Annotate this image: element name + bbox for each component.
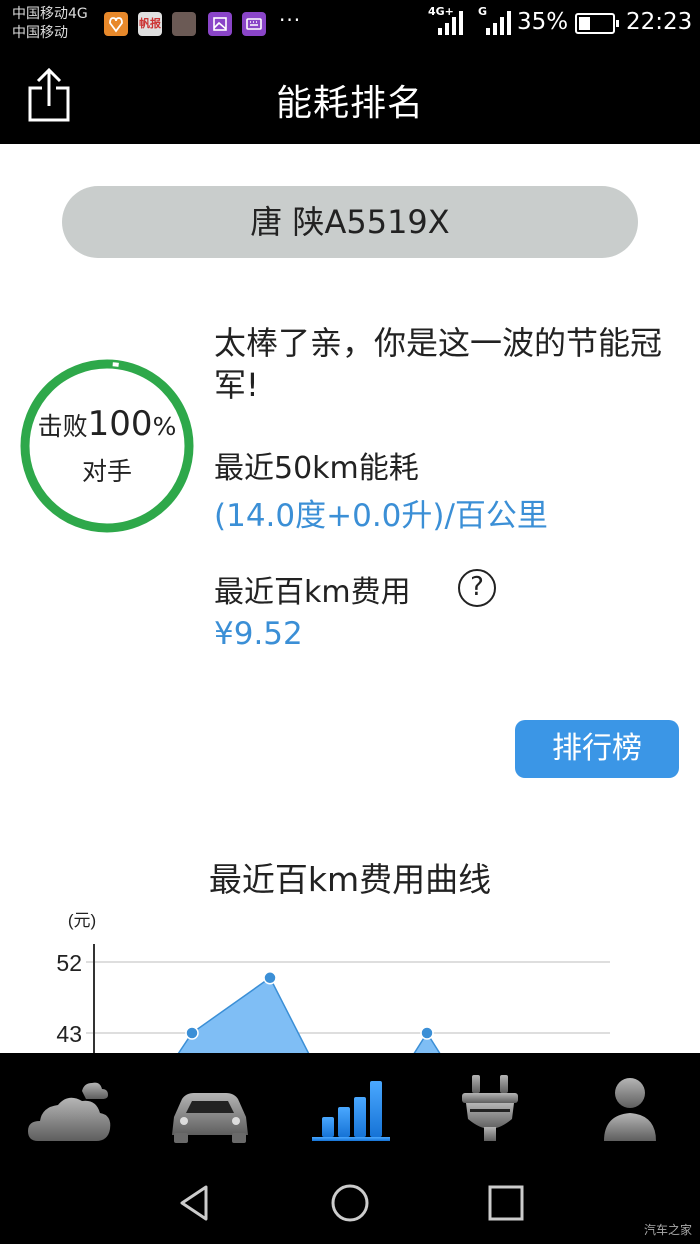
more-notifications-icon: ···	[279, 8, 302, 32]
battery-percent: 35%	[517, 9, 569, 35]
notification-gallery-icon	[208, 12, 232, 36]
data-point	[185, 1026, 199, 1040]
weather-cloud-icon	[28, 1082, 111, 1141]
gauge-suffix: 对手	[81, 457, 132, 486]
status-bar: 中国移动4G 中国移动 帆报 ··· 4G+ G 35% 22:23	[0, 0, 700, 48]
vehicle-plate-selector[interactable]: 唐 陕A5519X	[62, 186, 638, 258]
help-icon[interactable]: ?	[458, 569, 496, 607]
data-point	[263, 971, 277, 985]
leaderboard-button[interactable]: 排行榜	[515, 720, 679, 778]
carrier-info: 中国移动4G 中国移动	[12, 5, 88, 43]
tab-ranking[interactable]	[300, 1069, 400, 1147]
clock: 22:23	[626, 9, 693, 35]
user-profile-icon	[604, 1078, 656, 1141]
signal-strength-icon	[438, 11, 463, 35]
cost-label: 最近百km费用	[214, 575, 411, 610]
notification-app-icon	[104, 12, 128, 36]
watermark: 汽车之家	[643, 1223, 692, 1237]
y-tick-label: 52	[56, 950, 82, 976]
area-segment	[177, 976, 310, 1054]
carrier-2: 中国移动	[12, 25, 68, 41]
tab-profile[interactable]	[580, 1069, 680, 1147]
gauge-prefix: 击败	[37, 412, 88, 441]
battery-icon	[575, 13, 619, 34]
signal-strength-2-icon	[486, 11, 511, 35]
ranking-bars-icon	[312, 1081, 390, 1141]
gauge-percent-sign: %	[152, 412, 177, 441]
energy-label: 最近50km能耗	[214, 451, 419, 486]
home-icon[interactable]	[326, 1181, 374, 1225]
bottom-tab-bar	[0, 1053, 700, 1163]
app-screen: 中国移动4G 中国移动 帆报 ··· 4G+ G 35% 22:23 能耗排名 …	[0, 0, 700, 1244]
gauge-beat-text: 击败100%	[18, 404, 196, 444]
y-tick-label: 43	[56, 1021, 82, 1047]
carrier-1: 中国移动4G	[12, 6, 88, 22]
cost-value: ¥9.52	[214, 616, 303, 652]
page-title: 能耗排名	[275, 83, 424, 124]
y-axis-unit: (元)	[68, 911, 96, 930]
chart-title: 最近百km费用曲线	[208, 860, 492, 899]
energy-value: (14.0度+0.0升)/百公里	[214, 498, 548, 534]
percentile-ring	[20, 359, 194, 533]
notification-photo-icon	[172, 12, 196, 36]
tab-charging[interactable]	[440, 1069, 540, 1147]
tab-car[interactable]	[160, 1069, 260, 1147]
charging-plug-icon	[462, 1075, 518, 1141]
notification-keyboard-icon	[242, 12, 266, 36]
app-header: 能耗排名	[0, 48, 700, 144]
gauge-percent: 100	[87, 404, 153, 444]
back-icon[interactable]	[172, 1181, 220, 1225]
congrats-message: 太棒了亲，你是这一波的节能冠军!	[214, 324, 663, 404]
cost-chart: (元) 52 43	[56, 911, 610, 1054]
data-point	[420, 1026, 434, 1040]
system-nav-bar: 汽车之家	[0, 1163, 700, 1244]
tab-weather[interactable]	[20, 1069, 120, 1147]
car-icon	[172, 1093, 248, 1143]
notification-news-icon: 帆报	[138, 12, 162, 36]
recent-apps-icon[interactable]	[482, 1181, 530, 1225]
